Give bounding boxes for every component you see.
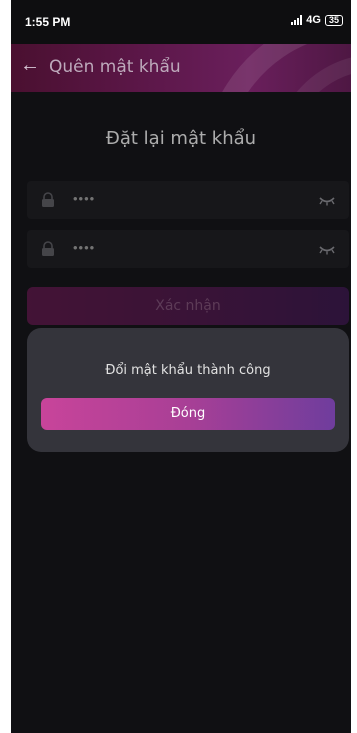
app-bar: ← Quên mật khẩu — [11, 44, 351, 92]
page-title: Quên mật khẩu — [49, 57, 181, 77]
signal-icon — [291, 15, 303, 25]
battery-icon: 35 — [324, 14, 343, 26]
status-right: 4G 35 — [291, 14, 343, 26]
close-button[interactable]: Đóng — [41, 398, 335, 430]
phone-screen: 1:55 PM 4G 35 ← Quên mật khẩu Đặt lại mậ… — [11, 0, 351, 733]
arrow-left-icon[interactable]: ← — [19, 54, 41, 76]
status-time: 1:55 PM — [25, 15, 71, 29]
success-dialog: Đổi mật khẩu thành công Đóng — [27, 328, 349, 452]
network-type: 4G — [306, 14, 321, 26]
battery-level: 35 — [328, 14, 339, 25]
dialog-message: Đổi mật khẩu thành công — [105, 363, 271, 378]
status-bar: 1:55 PM 4G 35 — [11, 0, 351, 44]
appbar-swirl-decoration — [222, 44, 351, 92]
